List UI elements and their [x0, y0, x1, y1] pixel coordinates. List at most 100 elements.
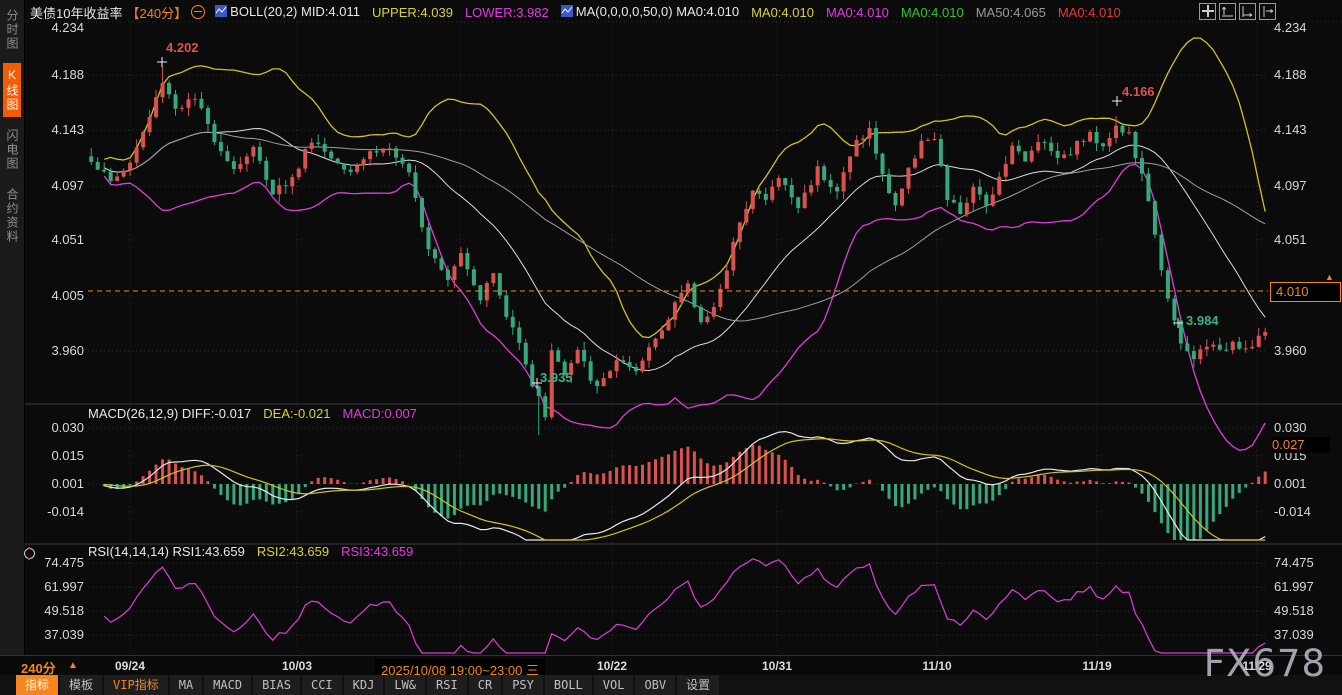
- toolbar-button-macd[interactable]: MACD: [204, 675, 251, 695]
- legend-segment: LOWER:3.982: [465, 5, 549, 20]
- toolbar-button-lw[interactable]: LW&: [385, 675, 425, 695]
- price-axis-label: 4.097: [26, 178, 84, 193]
- legend-segment: MA0:4.010: [1058, 5, 1121, 20]
- price-axis-label: 4.143: [26, 122, 84, 137]
- time-axis: 240分 ▲ 09/2410/032025/10/08 19:00~23:00 …: [0, 655, 1342, 676]
- price-axis-label: 4.234: [1274, 20, 1336, 35]
- toolbar-button-ma[interactable]: MA: [170, 675, 202, 695]
- toolbar-button-cr[interactable]: CR: [469, 675, 501, 695]
- legend-text: BOLL(20,2) MID:4.011: [230, 4, 360, 19]
- price-extreme-label: 4.166: [1122, 84, 1155, 99]
- legend-text: MA0:4.010: [1058, 5, 1121, 20]
- rsi-axis-label: 49.518: [26, 603, 84, 618]
- scroll-latest-arrow-icon[interactable]: ▲: [1325, 272, 1334, 282]
- legend-segment: MA50:4.065: [976, 5, 1046, 20]
- sidebar-item-active[interactable]: K线图: [3, 63, 21, 117]
- price-axis-label: 4.188: [1274, 67, 1336, 82]
- macd-legend-text: MACD(26,12,9) DIFF:-0.017: [88, 406, 251, 421]
- legend-segment: MA0:4.010: [901, 5, 964, 20]
- toolbar-button-boll[interactable]: BOLL: [545, 675, 592, 695]
- sidebar-item-tab[interactable]: 合约资料: [3, 183, 21, 249]
- macd-legend-text: MACD:0.007: [342, 406, 416, 421]
- legend-text: LOWER:3.982: [465, 5, 549, 20]
- rsi-axis-label: 61.997: [26, 579, 84, 594]
- toolbar-button-obv[interactable]: OBV: [635, 675, 675, 695]
- price-axis-label: 3.960: [1274, 343, 1336, 358]
- time-tick-label: 11/19: [1082, 659, 1111, 673]
- indicator-toolbar: 指标模板VIP指标MAMACDBIASCCIKDJLW&RSICRPSYBOLL…: [0, 675, 1342, 695]
- macd-axis-label: -0.014: [26, 504, 84, 519]
- toolbar-button-psy[interactable]: PSY: [503, 675, 543, 695]
- time-tick-label: 10/22: [597, 659, 627, 673]
- price-axis-label: 4.051: [26, 232, 84, 247]
- indicator-chart-icon: [561, 5, 573, 17]
- toolbar-button-[interactable]: 指标: [16, 675, 58, 695]
- rsi-legend-text: RSI(14,14,14) RSI1:43.659: [88, 544, 245, 559]
- scale-up-icon[interactable]: [1219, 3, 1236, 20]
- chart-canvas[interactable]: [0, 0, 1342, 695]
- legend-text: MA0:4.010: [901, 5, 964, 20]
- price-axis-label: 4.051: [1274, 232, 1336, 247]
- shift-right-icon[interactable]: [1259, 3, 1276, 20]
- legend-segment: MA(0,0,0,0,50,0) MA0:4.010: [561, 4, 739, 19]
- rsi-axis-label: 61.997: [1274, 579, 1336, 594]
- interval-dropdown-icon[interactable]: ▲: [68, 660, 78, 671]
- rsi-legend-text: RSI3:43.659: [341, 544, 413, 559]
- rsi-pane-icon: [24, 548, 35, 559]
- price-axis-label: 3.960: [26, 343, 84, 358]
- rsi-axis-label: 74.475: [26, 555, 84, 570]
- rsi-legend-text: RSI2:43.659: [257, 544, 329, 559]
- toolbar-button-vip[interactable]: VIP指标: [104, 675, 168, 695]
- time-tick-label: 10/31: [762, 659, 792, 673]
- price-extreme-label: 3.935: [540, 370, 573, 385]
- macd-legend-text: DEA:-0.021: [263, 406, 330, 421]
- scale-right-icon[interactable]: [1239, 3, 1256, 20]
- macd-axis-label: 0.030: [1274, 420, 1336, 435]
- legend-text: UPPER:4.039: [372, 5, 453, 20]
- collapse-circle-icon[interactable]: [191, 5, 205, 19]
- toolbar-button-[interactable]: 模板: [60, 675, 102, 695]
- price-axis-label: 4.143: [1274, 122, 1336, 137]
- macd-axis-label: 0.001: [26, 476, 84, 491]
- toolbar-button-rsi[interactable]: RSI: [427, 675, 467, 695]
- legend-text: MA50:4.065: [976, 5, 1046, 20]
- toolbar-button-vol[interactable]: VOL: [594, 675, 634, 695]
- legend-text: MA0:4.010: [826, 5, 889, 20]
- instrument-title: 美债10年收益率: [30, 3, 122, 22]
- price-extreme-label: 4.202: [166, 40, 199, 55]
- price-axis-label: 4.005: [26, 288, 84, 303]
- sidebar-item-tab[interactable]: 闪电图: [3, 124, 21, 176]
- macd-axis-label: -0.014: [1274, 504, 1336, 519]
- rsi-header: RSI(14,14,14) RSI1:43.659 RSI2:43.659 RSI3…: [88, 544, 425, 559]
- left-sidebar: 分时图 K线图闪电图合约资料: [0, 0, 25, 655]
- toolbar-button-[interactable]: 设置: [677, 675, 719, 695]
- toolbar-button-cci[interactable]: CCI: [302, 675, 342, 695]
- last-price-tag: 4.010: [1270, 282, 1341, 302]
- legend-segment: MA0:4.010: [826, 5, 889, 20]
- time-tick-label: 10/03: [282, 659, 312, 673]
- price-axis-label: 4.097: [1274, 178, 1336, 193]
- indicator-chart-icon: [215, 5, 227, 17]
- move-icon[interactable]: [1199, 3, 1216, 20]
- chart-tool-icons: [1199, 3, 1276, 20]
- toolbar-button-kdj[interactable]: KDJ: [344, 675, 384, 695]
- sidebar-item-tab[interactable]: 分时图: [3, 4, 21, 56]
- price-axis-label: 4.188: [26, 67, 84, 82]
- toolbar-button-bias[interactable]: BIAS: [253, 675, 300, 695]
- macd-header: MACD(26,12,9) DIFF:-0.017 DEA:-0.021 MACD:…: [88, 406, 429, 421]
- macd-axis-label: 0.030: [26, 420, 84, 435]
- legend-segment: UPPER:4.039: [372, 5, 453, 20]
- rsi-axis-label: 74.475: [1274, 555, 1336, 570]
- price-axis-label: 4.234: [26, 20, 84, 35]
- rsi-axis-label: 37.039: [26, 627, 84, 642]
- time-tick-label: 09/24: [115, 659, 145, 673]
- legend-segment: MA0:4.010: [751, 5, 814, 20]
- macd-axis-tag: 0.027: [1272, 437, 1330, 453]
- interval-badge: 【240分】: [126, 3, 187, 22]
- price-extreme-label: 3.984: [1186, 313, 1219, 328]
- macd-axis-label: 0.001: [1274, 476, 1336, 491]
- time-tick-label: 11/10: [922, 659, 951, 673]
- legend-segment: BOLL(20,2) MID:4.011: [215, 4, 360, 19]
- legend-text: MA(0,0,0,0,50,0) MA0:4.010: [576, 4, 739, 19]
- chart-header: 美债10年收益率 【240分】 BOLL(20,2) MID:4.011 UPPE…: [30, 2, 1133, 22]
